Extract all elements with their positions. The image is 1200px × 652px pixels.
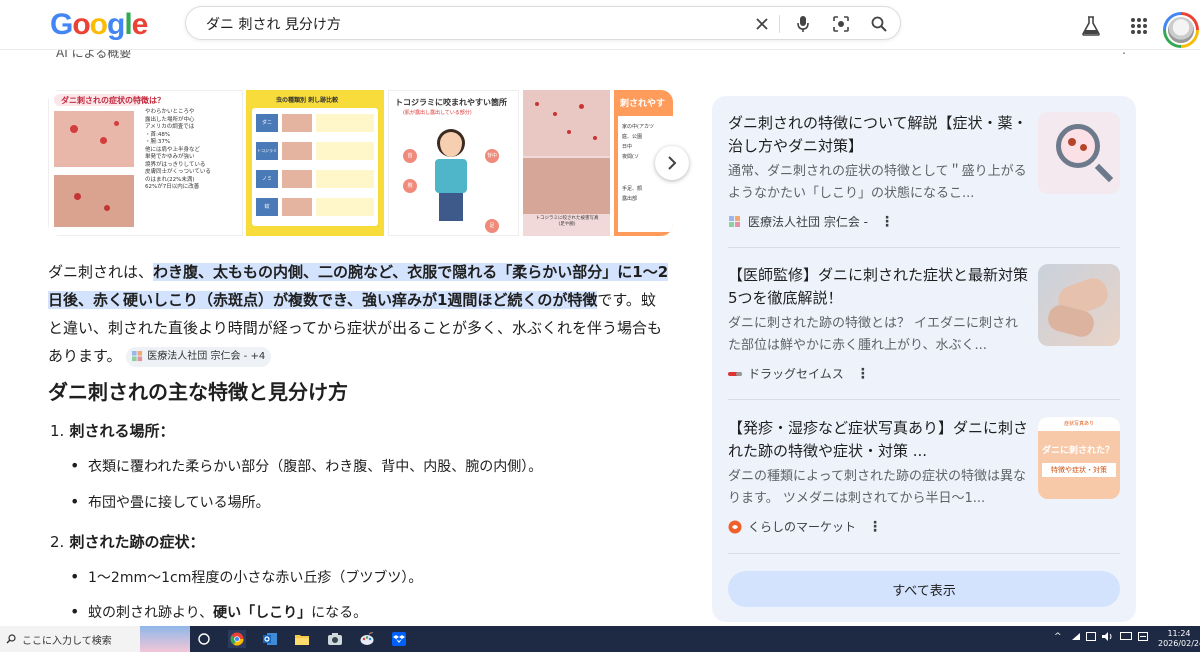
clear-icon[interactable] <box>752 14 772 34</box>
source-footer: くらしのマーケット ⋮ <box>728 518 882 535</box>
divider <box>728 553 1120 554</box>
divider <box>728 247 1120 248</box>
chevron-right-icon <box>668 156 677 170</box>
carousel-image-3[interactable]: トコジラミに咬まれやすい箇所 (肌が露出し露出している部分) 首 背中 腕 足 <box>388 90 519 236</box>
carousel-image-1[interactable]: ダニ刺されの症状の特徴は？ やわらかいところや 露出した場所が中心 アメリカの調査… <box>48 90 243 236</box>
task-view-icon[interactable] <box>195 630 213 648</box>
source-title[interactable]: 【発疹・湿疹など症状写真あり】ダニに刺された跡の特徴や症状・対策 ... <box>728 417 1030 463</box>
network-icon[interactable] <box>1071 632 1081 644</box>
taskbar-clock[interactable]: 11:24 2026/02/24 <box>1158 629 1200 649</box>
source-chip[interactable]: 医療法人社団 宗仁会 - +4 <box>126 346 272 367</box>
list-item: 1〜2mm〜1cm程度の小さな赤い丘疹（ブツブツ）。 <box>70 567 422 587</box>
chrome-icon[interactable] <box>228 630 246 648</box>
google-logo[interactable]: Google <box>50 8 148 42</box>
list-item: 蚊の刺され跡より、硬い「しこり」になる。 <box>70 602 367 622</box>
carousel-image-4[interactable]: トコジラミに咬された被害写真 (足や腕) <box>523 90 610 236</box>
source-site-name[interactable]: ドラッグセイムス <box>748 365 844 382</box>
volume-icon[interactable] <box>1102 632 1114 644</box>
list-item-number: 1. 刺される場所： <box>50 422 175 440</box>
source-title[interactable]: 【医師監修】ダニに刺された症状と最新対策5つを徹底解説！ <box>728 264 1030 310</box>
outlook-icon[interactable] <box>261 630 279 648</box>
image-carousel: ダニ刺されの症状の特徴は？ やわらかいところや 露出した場所が中心 アメリカの調査… <box>48 90 673 236</box>
microphone-icon[interactable] <box>793 14 813 34</box>
paint-app-icon[interactable] <box>358 630 376 648</box>
carousel-next-button[interactable] <box>655 146 689 180</box>
source-thumbnail[interactable] <box>1038 264 1120 346</box>
source-site-name[interactable]: 医療法人社団 宗仁会 - <box>748 213 868 230</box>
source-card-2[interactable]: 【医師監修】ダニに刺された症状と最新対策5つを徹底解説！ ダニに刺された跡の特徴… <box>728 264 1120 414</box>
site-favicon-icon <box>728 215 742 229</box>
source-title[interactable]: ダニ刺されの特徴について解説【症状・薬・治し方やダニ対策】 <box>728 112 1030 158</box>
divider <box>728 399 1120 400</box>
lens-camera-icon[interactable] <box>831 14 851 34</box>
source-card-1[interactable]: ダニ刺されの特徴について解説【症状・薬・治し方やダニ対策】 通常、ダニ刺されの症… <box>728 112 1120 262</box>
more-options-icon[interactable]: ⋮ <box>856 366 870 382</box>
list-item: 布団や畳に接している場所。 <box>70 492 270 512</box>
source-footer: ドラッグセイムス ⋮ <box>728 365 870 382</box>
source-site-name[interactable]: くらしのマーケット <box>748 518 856 535</box>
source-snippet: ダニに刺された跡の特徴とは？ イエダニに刺された部位は鮮やかに赤く腫れ上がり、水… <box>728 316 1019 353</box>
sources-panel: ダニ刺されの特徴について解説【症状・薬・治し方やダニ対策】 通常、ダニ刺されの症… <box>712 96 1136 622</box>
answer-intro: ダニ刺されは、 <box>48 263 154 281</box>
camera-app-icon[interactable] <box>326 630 344 648</box>
source-snippet: 通常、ダニ刺されの症状の特徴として＂盛り上がるようなかたい「しこり」の状態になる… <box>728 164 1027 201</box>
search-icon <box>6 634 16 644</box>
tray-chevron-up-icon[interactable]: ^ <box>1054 632 1062 642</box>
more-options-icon[interactable]: ⋮ <box>880 214 894 230</box>
taskbar-search[interactable]: ここに入力して検索 <box>0 626 190 652</box>
source-card-3[interactable]: 【発疹・湿疹など症状写真あり】ダニに刺された跡の特徴や症状・対策 ... ダニの… <box>728 417 1120 567</box>
source-snippet: ダニの種類によって刺された跡の症状の特徴は異なります。 ツメダニは刺されてから半… <box>728 469 1026 506</box>
taskbar-search-placeholder: ここに入力して検索 <box>22 635 112 647</box>
site-favicon-icon <box>728 520 742 534</box>
file-explorer-icon[interactable] <box>293 630 311 648</box>
more-options-icon[interactable]: ⋮ <box>868 519 882 535</box>
header: Google <box>0 0 1200 50</box>
search-box[interactable] <box>185 6 901 40</box>
dropbox-icon[interactable] <box>390 630 408 648</box>
source-thumbnail[interactable]: 症状写真あり ダニに刺された？ 特徴や症状・対策 <box>1038 417 1120 499</box>
search-input[interactable] <box>206 11 726 37</box>
show-all-button[interactable]: すべて表示 <box>728 571 1120 607</box>
list-item: 衣類に覆われた柔らかい部分（腹部、わき腹、背中、内股、腕の内側）。 <box>70 456 542 476</box>
onedrive-icon[interactable] <box>1086 632 1096 644</box>
apps-grid-icon[interactable] <box>1128 15 1150 37</box>
search-icon[interactable] <box>869 14 889 34</box>
labs-flask-icon[interactable] <box>1080 15 1102 37</box>
account-avatar[interactable] <box>1163 12 1199 48</box>
ai-answer-paragraph: ダニ刺されは、わき腹、太ももの内側、二の腕など、衣服で隠れる「柔らかい部分」に1… <box>48 258 670 370</box>
site-favicon-icon <box>728 367 742 381</box>
search-highlight-image <box>140 626 190 652</box>
source-footer: 医療法人社団 宗仁会 - ⋮ <box>728 213 894 230</box>
search-divider <box>779 15 780 33</box>
keyboard-icon[interactable] <box>1120 632 1132 643</box>
section-heading: ダニ刺されの主な特徴と見分け方 <box>48 380 348 404</box>
list-item-number: 2. 刺された跡の症状： <box>50 533 205 551</box>
ime-icon[interactable] <box>1138 632 1148 644</box>
windows-taskbar: ここに入力して検索 ^ 11:24 2026/02/24 <box>0 626 1200 652</box>
site-favicon-icon <box>132 351 143 362</box>
source-thumbnail[interactable] <box>1038 112 1120 194</box>
carousel-image-2[interactable]: 虫の種類別 刺し跡比較 ダニ トコジラミ ノミ 蚊 <box>246 90 384 236</box>
